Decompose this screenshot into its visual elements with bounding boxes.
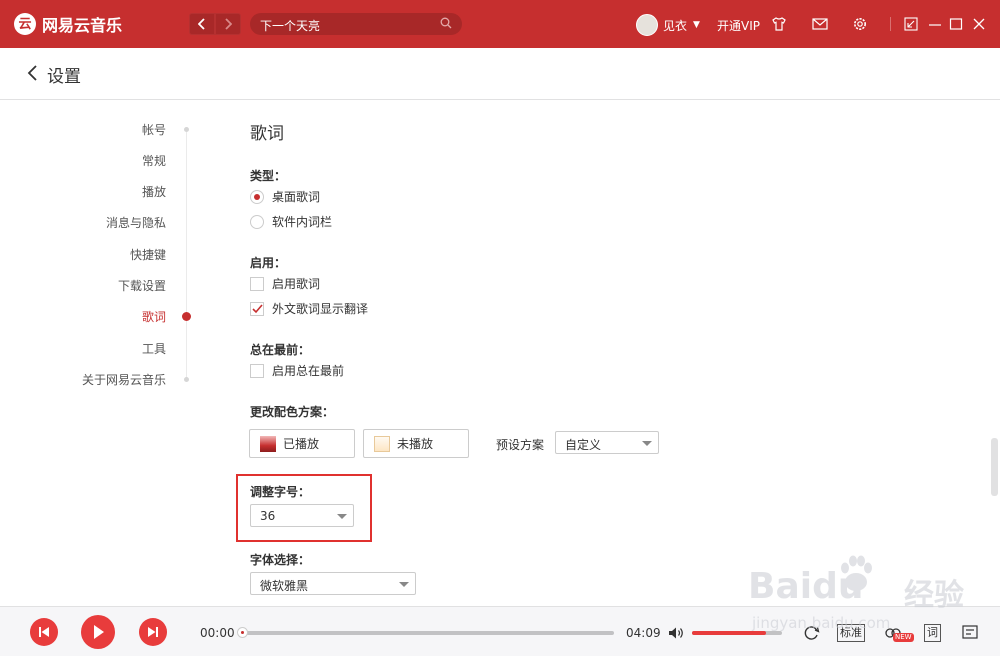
chevron-right-icon (225, 18, 232, 30)
checkbox-show-translation[interactable]: 外文歌词显示翻译 (250, 300, 368, 317)
back-arrow-icon[interactable] (26, 63, 40, 83)
mini-mode-button[interactable] (902, 15, 920, 33)
color-scheme-label: 更改配色方案： (250, 405, 335, 419)
ontop-label: 总在最前： (250, 343, 311, 357)
font-family-value: 微软雅黑 (260, 579, 309, 593)
skin-button[interactable] (770, 15, 788, 33)
search-box[interactable]: 下一个天亮 (250, 13, 462, 35)
username[interactable]: 见衣 (663, 17, 687, 34)
watermark-url: jingyan.baidu.com (752, 614, 891, 632)
color-swatch-unplayed (374, 435, 390, 452)
caret-down-icon[interactable]: ▼ (693, 20, 700, 30)
page-title: 设置 (47, 67, 81, 87)
search-icon[interactable] (440, 17, 452, 29)
dropdown-arrow-icon (399, 582, 409, 587)
highlight-box (236, 474, 372, 542)
maximize-button[interactable] (947, 15, 965, 33)
unplayed-label: 未播放 (397, 437, 434, 451)
settings-header: 设置 (0, 48, 1000, 100)
settings-button[interactable] (851, 15, 869, 33)
baidu-watermark: Baidu 经验 jingyan.baidu.com (738, 552, 1000, 634)
minimize-icon (929, 24, 941, 26)
back-button[interactable] (189, 13, 215, 35)
color-swatch-played (260, 435, 276, 452)
watermark-jingyan: 经验 (904, 578, 964, 613)
play-icon (94, 625, 104, 639)
checkbox-label: 启用歌词 (272, 277, 321, 291)
netease-logo-icon: 云 (14, 13, 36, 35)
lyrics-settings: 歌词 类型： 桌面歌词 软件内词栏 启用： 启用歌词 外文歌词显示翻译 总在最前… (0, 100, 1000, 606)
skip-next-icon (148, 627, 158, 637)
vip-button[interactable]: 开通VIP (717, 17, 760, 34)
enable-label: 启用： (250, 256, 287, 270)
search-input[interactable]: 下一个天亮 (260, 17, 320, 34)
font-family-select[interactable]: 微软雅黑 (250, 572, 416, 595)
played-color-button[interactable]: 已播放 (249, 429, 355, 458)
user-menu[interactable]: 见衣 ▼ (636, 14, 700, 36)
font-family-label: 字体选择： (250, 553, 311, 567)
divider (890, 17, 891, 31)
checkbox-enable-lyrics[interactable]: 启用歌词 (250, 275, 320, 292)
type-label: 类型： (250, 169, 287, 183)
radio-desktop-lyrics[interactable]: 桌面歌词 (250, 188, 320, 205)
avatar[interactable] (636, 14, 658, 36)
preset-value: 自定义 (565, 438, 602, 452)
skip-previous-icon (39, 627, 49, 637)
next-button[interactable] (139, 618, 167, 646)
volume-button[interactable] (668, 623, 684, 643)
radio-label: 桌面歌词 (272, 190, 321, 204)
tshirt-icon (772, 17, 786, 31)
radio-unchecked-icon[interactable] (250, 214, 264, 229)
forward-button[interactable] (215, 13, 241, 35)
preset-label: 预设方案 (496, 438, 545, 452)
progress-knob[interactable] (237, 627, 248, 638)
paw-icon (841, 555, 872, 591)
unplayed-color-button[interactable]: 未播放 (363, 429, 469, 458)
volume-icon (669, 627, 683, 639)
radio-label: 软件内词栏 (272, 215, 333, 229)
dropdown-arrow-icon (642, 441, 652, 446)
radio-checked-icon[interactable] (250, 189, 264, 204)
current-time: 00:00 (200, 626, 235, 640)
play-button[interactable] (81, 615, 115, 649)
new-badge: NEW (893, 633, 914, 642)
progress-bar[interactable] (240, 631, 614, 635)
scrollbar-thumb[interactable] (991, 438, 998, 496)
close-icon (973, 18, 985, 30)
close-button[interactable] (970, 15, 988, 33)
checkbox-unchecked-icon[interactable] (250, 276, 264, 291)
checkbox-unchecked-icon[interactable] (250, 363, 264, 378)
radio-inapp-lyrics[interactable]: 软件内词栏 (250, 213, 332, 230)
app-logo[interactable]: 云 网易云音乐 (14, 12, 122, 36)
previous-button[interactable] (30, 618, 58, 646)
checkbox-label: 外文歌词显示翻译 (272, 302, 369, 316)
section-title: 歌词 (250, 124, 284, 144)
maximize-icon (949, 18, 963, 30)
played-label: 已播放 (283, 437, 320, 451)
checkbox-always-on-top[interactable]: 启用总在最前 (250, 362, 344, 379)
app-name: 网易云音乐 (42, 16, 123, 35)
preset-select[interactable]: 自定义 (555, 431, 659, 454)
mini-mode-icon (904, 17, 918, 31)
total-time: 04:09 (626, 626, 661, 640)
minimize-button[interactable] (926, 15, 944, 33)
messages-button[interactable] (811, 15, 829, 33)
chevron-left-icon (198, 18, 205, 30)
gear-icon (854, 18, 866, 30)
history-nav (189, 13, 241, 35)
title-bar: 云 网易云音乐 下一个天亮 见衣 ▼ 开通VIP (0, 0, 1000, 48)
mail-icon (812, 18, 828, 30)
checkbox-checked-icon[interactable] (250, 301, 264, 316)
checkbox-label: 启用总在最前 (272, 364, 345, 378)
